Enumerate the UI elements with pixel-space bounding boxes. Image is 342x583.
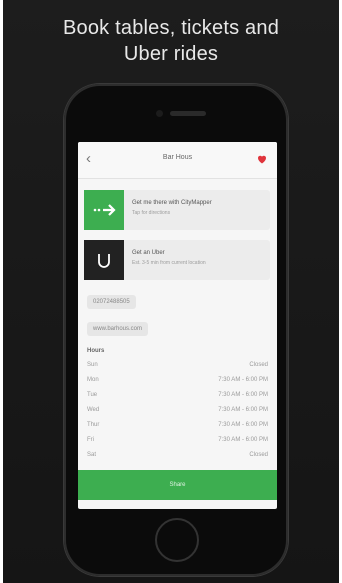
citymapper-title: Get me there with CityMapper [132,200,212,206]
hours-time: Closed [249,362,268,368]
uber-title: Get an Uber [132,250,165,256]
hours-row: Sat Closed [87,452,268,464]
heart-icon[interactable] [256,153,268,165]
hours-day: Sat [87,452,97,458]
hours-row: Fri 7:30 AM - 6:00 PM [87,437,268,449]
hours-time: 7:30 AM - 6:00 PM [218,392,268,398]
arrow-right-icon [84,190,124,230]
hours-time: 7:30 AM - 6:00 PM [218,437,268,443]
hours-time: 7:30 AM - 6:00 PM [218,377,268,383]
hours-time: 7:30 AM - 6:00 PM [218,407,268,413]
hours-row: Sun Closed [87,362,268,374]
front-camera [156,110,163,117]
hours-day: Thur [87,422,100,428]
left-border [0,0,3,583]
phone-screen: ‹ Bar Hous Get me there with CityMapper … [78,142,277,509]
hours-day: Mon [87,377,99,383]
phone-number[interactable]: 02072488505 [87,295,136,309]
uber-card[interactable]: Get an Uber Est. 3-5 min from current lo… [84,240,270,280]
top-bar: ‹ Bar Hous [78,142,277,179]
hours-row: Tue 7:30 AM - 6:00 PM [87,392,268,404]
hours-heading: Hours [87,348,105,354]
venue-title: Bar Hous [162,154,193,161]
hours-day: Tue [87,392,98,398]
hours-day: Fri [87,437,94,443]
hours-time: 7:30 AM - 6:00 PM [218,422,268,428]
uber-subtitle: Est. 3-5 min from current location [132,260,206,266]
hours-row: Wed 7:30 AM - 6:00 PM [87,407,268,419]
citymapper-subtitle: Tap for directions [132,210,171,216]
headline-line-1: Book tables, tickets and [62,17,280,39]
earpiece-speaker [170,111,206,116]
citymapper-card[interactable]: Get me there with CityMapper Tap for dir… [84,190,270,230]
phone-device: ‹ Bar Hous Get me there with CityMapper … [64,84,288,576]
hours-row: Mon 7:30 AM - 6:00 PM [87,377,268,389]
hours-day: Sun [87,362,98,368]
hours-day: Wed [87,407,100,413]
website-link[interactable]: www.barhous.com [87,322,149,336]
hours-row: Thur 7:30 AM - 6:00 PM [87,422,268,434]
home-button[interactable] [155,518,199,562]
headline-line-2: Uber rides [123,43,219,65]
share-button[interactable]: Share [78,470,277,500]
hours-time: Closed [249,452,268,458]
uber-logo-icon [84,240,124,280]
